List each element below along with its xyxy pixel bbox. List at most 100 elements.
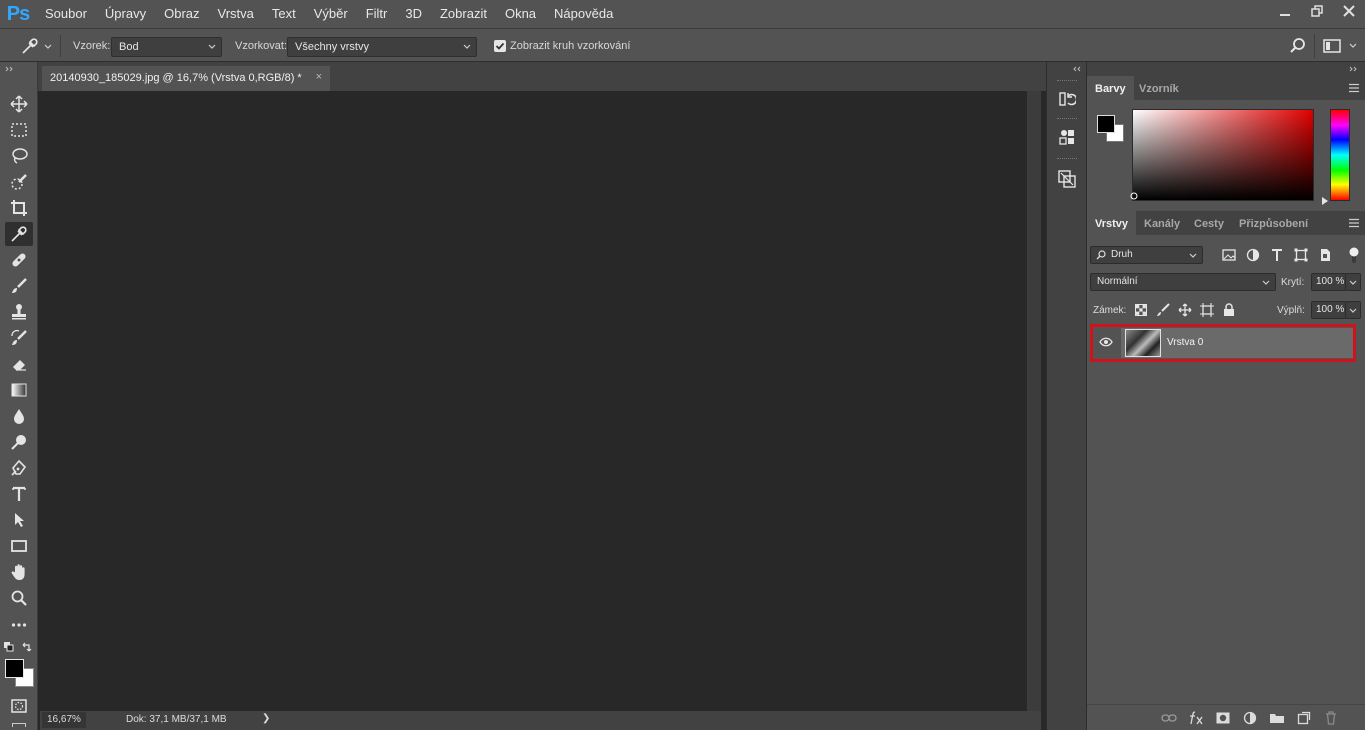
adjustments-panel-button[interactable] [1054,166,1080,192]
status-menu-arrow[interactable]: ❯ [262,713,270,724]
quick-mask-button[interactable] [5,694,33,718]
eyedropper-tool[interactable] [5,222,33,246]
restore-button[interactable] [1301,0,1333,22]
move-tool[interactable] [5,92,33,116]
panel-grip[interactable] [1057,80,1077,82]
fill-dropdown[interactable] [1345,301,1361,319]
zoom-level-field[interactable]: 16,67% [42,712,86,728]
sample-size-select[interactable]: Bod [111,37,222,57]
workspace-switcher[interactable] [1323,38,1361,54]
pen-tool[interactable] [5,456,33,480]
lock-pixels-button[interactable] [1155,302,1171,318]
more-tools-button[interactable] [5,612,33,636]
filter-pixel-button[interactable] [1221,247,1237,263]
menu-vyber[interactable]: Výběr [305,0,357,28]
dodge-tool[interactable] [5,430,33,454]
filter-shape-button[interactable] [1293,247,1309,263]
search-button[interactable] [1289,37,1307,55]
document-tab[interactable]: 20140930_185029.jpg @ 16,7% (Vrstva 0,RG… [42,66,330,91]
tab-barvy[interactable]: Barvy [1087,76,1134,100]
new-adjustment-layer-button[interactable] [1242,710,1258,726]
menu-okna[interactable]: Okna [496,0,545,28]
panel-foreground-swatch[interactable] [1097,115,1115,133]
collapse-dock-icon[interactable] [1069,66,1081,72]
blur-tool[interactable] [5,404,33,428]
brush-tool[interactable] [5,274,33,298]
panel-grip[interactable] [1057,118,1077,120]
crop-tool[interactable] [5,196,33,220]
sample-layers-select[interactable]: Všechny vrstvy [287,37,477,57]
history-panel-button[interactable] [1054,86,1080,112]
show-ring-checkbox[interactable] [494,40,506,52]
menu-text[interactable]: Text [263,0,305,28]
menu-upravy[interactable]: Úpravy [96,0,155,28]
chevron-down-icon [463,44,471,49]
menu-soubor[interactable]: Soubor [36,0,96,28]
vertical-scrollbar[interactable] [1027,91,1041,711]
filter-toggle[interactable] [1348,246,1360,264]
link-layers-button[interactable] [1161,710,1177,726]
foreground-color-swatch[interactable] [5,659,24,678]
menu-obraz[interactable]: Obraz [155,0,208,28]
tab-vzornik[interactable]: Vzorník [1131,76,1187,100]
lock-all-button[interactable] [1221,302,1237,318]
add-mask-button[interactable] [1215,710,1231,726]
zoom-tool[interactable] [5,586,33,610]
close-tab-button[interactable]: × [316,71,322,83]
layer-style-button[interactable] [1188,710,1204,726]
lock-position-button[interactable] [1177,302,1193,318]
path-selection-tool[interactable] [5,508,33,532]
tool-preset-picker[interactable] [20,36,54,56]
tab-vrstvy[interactable]: Vrstvy [1087,211,1137,235]
tab-prizpusobeni[interactable]: Přizpůsobení [1231,211,1316,235]
hand-tool[interactable] [5,560,33,584]
lock-transparent-button[interactable] [1133,302,1149,318]
healing-brush-tool[interactable] [5,248,33,272]
layer-visibility-toggle[interactable] [1099,337,1113,347]
menu-3d[interactable]: 3D [396,0,431,28]
hue-slider[interactable] [1330,109,1350,201]
expand-toolbar-icon[interactable] [5,66,17,72]
clone-stamp-tool[interactable] [5,300,33,324]
delete-layer-button[interactable] [1323,710,1339,726]
color-field[interactable] [1132,109,1314,201]
history-brush-tool[interactable] [5,326,33,350]
rectangle-tool[interactable] [5,534,33,558]
filter-adjustment-button[interactable] [1245,247,1261,263]
panel-menu-icon[interactable] [1348,218,1360,228]
menu-zobrazit[interactable]: Zobrazit [431,0,496,28]
minimize-button[interactable] [1269,0,1301,22]
type-tool[interactable] [5,482,33,506]
opacity-input[interactable]: 100 % [1311,273,1346,291]
menu-filtr[interactable]: Filtr [357,0,397,28]
new-layer-button[interactable] [1296,710,1312,726]
screen-mode-icon[interactable] [12,723,26,727]
properties-panel-button[interactable] [1054,124,1080,150]
quick-selection-tool[interactable] [5,170,33,194]
lock-artboard-button[interactable] [1199,302,1215,318]
fill-input[interactable]: 100 % [1311,301,1346,319]
menu-napoveda[interactable]: Nápověda [545,0,622,28]
panel-grip[interactable] [1057,158,1077,160]
tab-cesty[interactable]: Cesty [1186,211,1232,235]
tab-kanaly[interactable]: Kanály [1136,211,1188,235]
close-window-button[interactable] [1333,0,1365,22]
new-group-button[interactable] [1269,710,1285,726]
hue-slider-handle-icon[interactable] [1322,197,1328,205]
menu-vrstva[interactable]: Vrstva [209,0,263,28]
eraser-tool[interactable] [5,352,33,376]
blend-mode-select[interactable]: Normální [1090,273,1276,291]
opacity-dropdown[interactable] [1345,273,1361,291]
panel-menu-icon[interactable] [1348,83,1360,93]
layer-filter-select[interactable]: Druh [1090,246,1203,264]
expand-panels-icon[interactable] [1349,66,1361,72]
filter-type-button[interactable] [1269,247,1285,263]
canvas-area[interactable] [40,91,1027,711]
gradient-tool[interactable] [5,378,33,402]
marquee-tool[interactable] [5,118,33,142]
filter-smart-object-button[interactable] [1317,247,1333,263]
default-colors-icon[interactable] [4,642,14,652]
swap-colors-icon[interactable] [21,641,33,653]
lasso-tool[interactable] [5,144,33,168]
layer-item[interactable]: Vrstva 0 [1121,328,1353,358]
